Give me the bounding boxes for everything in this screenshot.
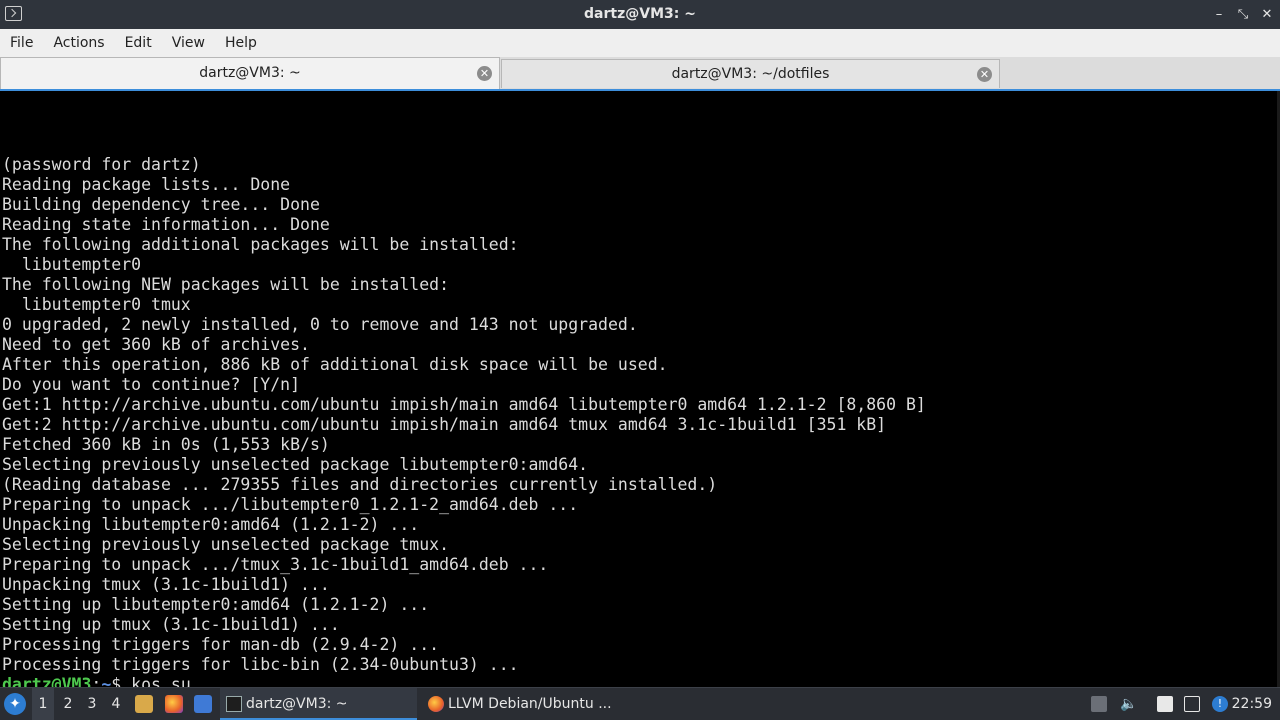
menu-bar: File Actions Edit View Help [0,29,1280,57]
terminal-line: The following additional packages will b… [2,235,519,254]
terminal-line: Reading state information... Done [2,215,330,234]
terminal-line: Preparing to unpack .../libutempter0_1.2… [2,495,579,514]
menu-help[interactable]: Help [215,29,267,57]
task-terminal[interactable]: dartz@VM3: ~ [220,688,417,720]
workspace-2[interactable]: 2 [57,688,79,720]
prompt-command: kos su [131,675,191,687]
task-label: dartz@VM3: ~ [246,696,348,712]
update-icon[interactable]: ! [1212,696,1228,712]
terminal-view[interactable]: (password for dartz) Reading package list… [0,89,1280,687]
terminal-line: Unpacking libutempter0:amd64 (1.2.1-2) .… [2,515,420,534]
prompt-user: dartz@VM3 [2,675,92,687]
terminal-output: (password for dartz) Reading package list… [2,95,1280,687]
terminal-line: Fetched 360 kB in 0s (1,553 kB/s) [2,435,330,454]
window-titlebar: dartz@VM3: ~ – ⤡ ✕ [0,0,1280,29]
terminal-line: Preparing to unpack .../tmux_3.1c-1build… [2,555,549,574]
terminal-line: Get:1 http://archive.ubuntu.com/ubuntu i… [2,395,926,414]
tab-home[interactable]: dartz@VM3: ~ ✕ [0,57,500,89]
terminal-line: Setting up tmux (3.1c-1build1) ... [2,615,340,634]
terminal-line: Processing triggers for man-db (2.9.4-2)… [2,635,440,654]
display-icon[interactable] [1184,696,1200,712]
terminal-line: Get:2 http://archive.ubuntu.com/ubuntu i… [2,415,887,434]
terminal-line: libutempter0 tmux [2,295,191,314]
menu-file[interactable]: File [0,29,43,57]
clipboard-icon[interactable] [1157,696,1173,712]
clock[interactable]: 22:59 [1232,688,1272,720]
task-label: LLVM Debian/Ubuntu ... [448,696,612,712]
terminal-line: Selecting previously unselected package … [2,535,450,554]
workspace-3[interactable]: 3 [81,688,103,720]
terminal-prompt-line: dartz@VM3:~$ kos su [2,675,1280,687]
terminal-line: Building dependency tree... Done [2,195,320,214]
eject-icon[interactable] [1091,696,1107,712]
start-menu-icon[interactable]: ✦ [4,693,26,715]
workspace-1[interactable]: 1 [32,688,54,720]
menu-edit[interactable]: Edit [115,29,162,57]
taskbar: ✦ 1 2 3 4 dartz@VM3: ~ LLVM Debian/Ubunt… [0,687,1280,720]
minimize-icon[interactable]: – [1212,7,1226,22]
window-controls: – ⤡ ✕ [1212,0,1274,29]
terminal-line: Selecting previously unselected package … [2,455,589,474]
terminal-line: Processing triggers for libc-bin (2.34-0… [2,655,519,674]
terminal-line: Unpacking tmux (3.1c-1build1) ... [2,575,330,594]
maximize-icon[interactable]: ⤡ [1236,7,1250,22]
window-title: dartz@VM3: ~ [584,6,696,22]
volume-icon[interactable]: 🔈 [1120,696,1137,712]
terminal-line: Need to get 360 kB of archives. [2,335,310,354]
terminal-line: (password for dartz) [2,155,201,174]
close-icon[interactable]: ✕ [1260,7,1274,22]
terminal-line: Reading package lists... Done [2,175,291,194]
tab-bar: dartz@VM3: ~ ✕ dartz@VM3: ~/dotfiles ✕ [0,57,1280,89]
terminal-line: (Reading database ... 279355 files and d… [2,475,718,494]
terminal-line: Do you want to continue? [Y/n] [2,375,301,394]
terminal-line: Setting up libutempter0:amd64 (1.2.1-2) … [2,595,430,614]
tab-label: dartz@VM3: ~/dotfiles [671,66,830,82]
workspace-4[interactable]: 4 [105,688,127,720]
tab-close-icon[interactable]: ✕ [977,67,992,82]
terminal-line: The following NEW packages will be insta… [2,275,450,294]
firefox-icon[interactable] [165,695,183,713]
terminal-line: 0 upgraded, 2 newly installed, 0 to remo… [2,315,638,334]
terminal-line: After this operation, 886 kB of addition… [2,355,668,374]
prompt-path: ~ [101,675,112,687]
prompt-separator: : [91,675,102,687]
tab-close-icon[interactable]: ✕ [477,66,492,81]
menu-view[interactable]: View [162,29,215,57]
firefox-icon [428,696,444,712]
tab-dotfiles[interactable]: dartz@VM3: ~/dotfiles ✕ [501,59,1000,88]
terminal-icon [226,696,242,712]
show-desktop-icon[interactable] [194,695,212,713]
terminal-line: libutempter0 [2,255,142,274]
task-firefox[interactable]: LLVM Debian/Ubuntu ... [422,688,622,720]
tab-label: dartz@VM3: ~ [199,65,301,81]
prompt-symbol: $ [111,675,132,687]
menu-actions[interactable]: Actions [43,29,114,57]
file-manager-icon[interactable] [135,695,153,713]
